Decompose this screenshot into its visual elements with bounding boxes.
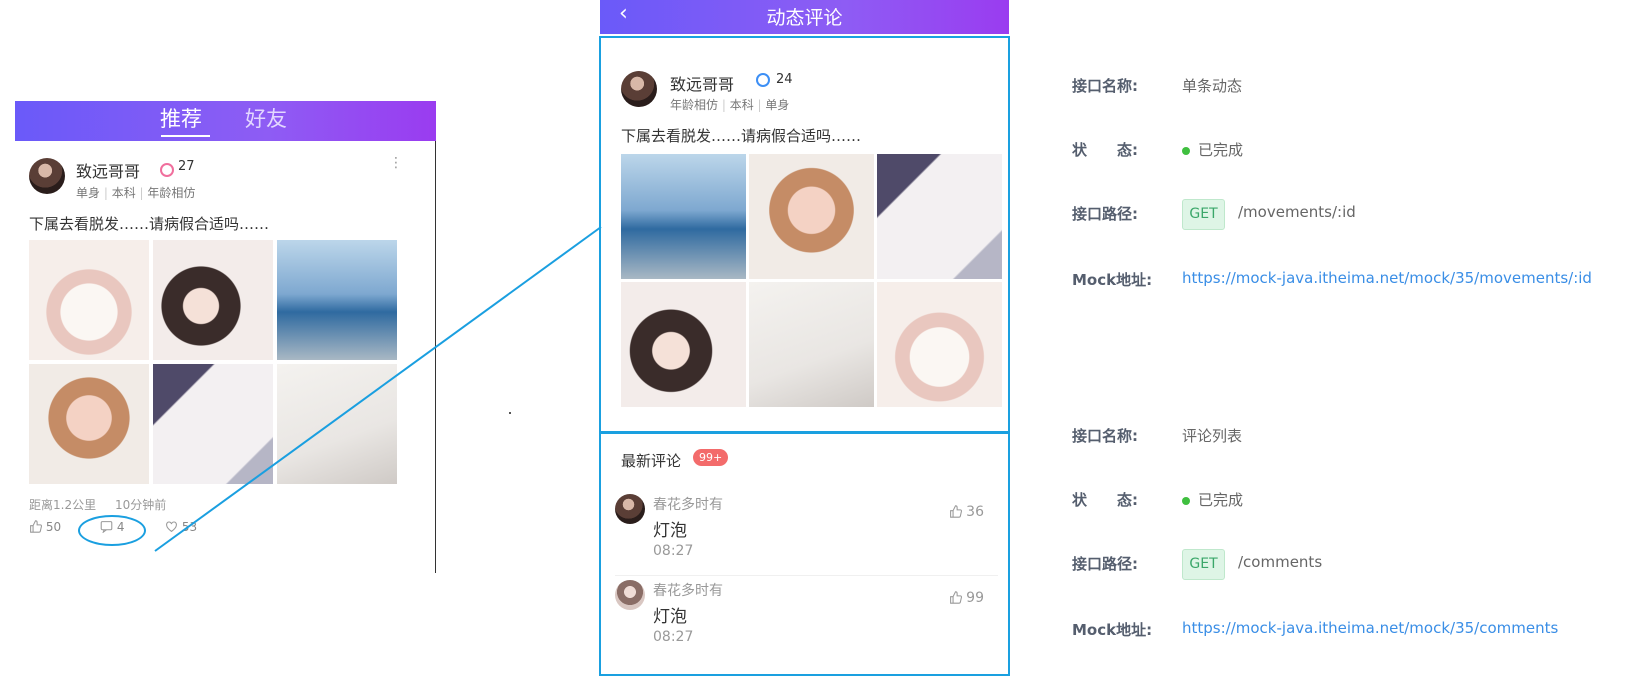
post-image[interactable] <box>153 240 273 360</box>
tab-recommend[interactable]: 推荐 <box>160 103 202 133</box>
post-image[interactable] <box>277 240 397 360</box>
post-image-grid <box>621 154 1002 407</box>
post-image[interactable] <box>153 364 273 484</box>
comments-panel: 最新评论 99+ 春花多时有 灯泡 08:27 36 春花多时有 灯泡 08:2… <box>599 432 1010 676</box>
api-path: /movements/:id <box>1238 203 1356 221</box>
tag: 单身 <box>765 98 790 112</box>
detail-header: ‹ 动态评论 <box>600 0 1009 34</box>
tag: 本科 <box>111 186 136 200</box>
api-mock-label: Mock地址: <box>1072 621 1153 639</box>
thumbs-up-icon <box>949 591 962 604</box>
comment-count-badge: 99+ <box>693 449 729 466</box>
comment-content: 灯泡 <box>653 607 687 627</box>
love-button[interactable]: 53 <box>165 520 197 534</box>
api-status: 已完成 <box>1182 139 1243 160</box>
api-name: 单条动态 <box>1182 77 1243 95</box>
active-tab-indicator <box>161 135 210 137</box>
tab-friends[interactable]: 好友 <box>245 103 287 133</box>
comment-like-button[interactable]: 99 <box>949 590 984 606</box>
comment-like-count: 36 <box>966 504 984 520</box>
post-image[interactable] <box>29 364 149 484</box>
mock-url-link[interactable]: https://mock-java.itheima.net/mock/35/co… <box>1182 619 1558 637</box>
comment-time: 08:27 <box>653 629 694 645</box>
comment-item[interactable]: 春花多时有 灯泡 08:27 36 <box>615 494 998 576</box>
comment-username: 春花多时有 <box>653 583 723 599</box>
heart-icon <box>166 521 177 533</box>
comment-highlight-ring <box>78 515 146 546</box>
more-icon[interactable]: ⋮ <box>389 155 403 171</box>
avatar[interactable] <box>621 71 657 107</box>
tag: 单身 <box>76 186 101 200</box>
tag: 年龄相仿 <box>147 186 196 200</box>
like-button[interactable]: 50 <box>29 520 61 534</box>
api-path-label: 接口路径: <box>1072 205 1138 223</box>
http-method-badge: GET <box>1182 199 1225 230</box>
post-username[interactable]: 致远哥哥 <box>670 71 734 95</box>
page-title: 动态评论 <box>766 7 843 29</box>
post-age: 27 <box>178 159 195 174</box>
avatar[interactable] <box>29 158 65 194</box>
avatar[interactable] <box>615 494 645 524</box>
feed-screen: 推荐 好友 致远哥哥 27 ⋮ 单身 | 本科 | 年龄相仿 下属去看脱发……请… <box>15 101 436 573</box>
post-tags: 年龄相仿 | 本科 | 单身 <box>670 98 790 112</box>
post-tags: 单身 | 本科 | 年龄相仿 <box>76 186 196 200</box>
post-distance: 距离1.2公里 <box>29 498 97 512</box>
like-count: 50 <box>45 520 62 534</box>
post-text[interactable]: 下属去看脱发……请病假合适吗…… <box>29 213 269 234</box>
comment-item[interactable]: 春花多时有 灯泡 08:27 99 <box>615 580 998 662</box>
api-status-label: 状 态: <box>1072 141 1138 159</box>
thumbs-up-icon <box>30 520 42 533</box>
api-path: /comments <box>1238 553 1323 571</box>
comment-like-button[interactable]: 36 <box>949 504 984 520</box>
api-status-label: 状 态: <box>1072 491 1138 509</box>
post-text: 下属去看脱发……请病假合适吗…… <box>621 127 862 145</box>
tag: 年龄相仿 <box>670 98 719 112</box>
post-username[interactable]: 致远哥哥 <box>76 158 140 182</box>
comment-time: 08:27 <box>653 543 694 559</box>
comments-header: 最新评论 <box>621 452 682 470</box>
post-image[interactable] <box>621 282 746 407</box>
post-image[interactable] <box>621 154 746 279</box>
http-method-badge: GET <box>1182 549 1225 580</box>
feed-header: 推荐 好友 <box>15 101 436 141</box>
mock-url-link[interactable]: https://mock-java.itheima.net/mock/35/mo… <box>1182 269 1592 287</box>
male-gender-icon <box>756 73 770 87</box>
tag: 本科 <box>729 98 754 112</box>
post-image[interactable] <box>277 364 397 484</box>
post-image[interactable] <box>877 282 1002 407</box>
comment-like-count: 99 <box>966 590 984 606</box>
post-image[interactable] <box>877 154 1002 279</box>
api-name-label: 接口名称: <box>1072 427 1138 445</box>
post-image[interactable] <box>749 154 874 279</box>
thumbs-up-icon <box>949 505 962 518</box>
api-name: 评论列表 <box>1182 427 1243 445</box>
post-image-grid <box>29 240 397 484</box>
api-name-label: 接口名称: <box>1072 77 1138 95</box>
comment-content: 灯泡 <box>653 521 687 541</box>
love-count: 53 <box>181 520 198 534</box>
api-mock-label: Mock地址: <box>1072 271 1153 289</box>
post-age: 24 <box>776 72 793 87</box>
avatar[interactable] <box>615 580 645 610</box>
status-dot-icon <box>1182 496 1190 505</box>
api-status: 已完成 <box>1182 489 1243 510</box>
post-time: 10分钟前 <box>115 498 167 512</box>
post-image[interactable] <box>749 282 874 407</box>
post-detail-panel: 致远哥哥 24 年龄相仿 | 本科 | 单身 下属去看脱发……请病假合适吗…… <box>599 36 1010 433</box>
female-gender-icon <box>160 163 174 177</box>
status-dot-icon <box>1182 146 1190 155</box>
api-path-label: 接口路径: <box>1072 555 1138 573</box>
post-image[interactable] <box>29 240 149 360</box>
comment-username: 春花多时有 <box>653 497 723 513</box>
